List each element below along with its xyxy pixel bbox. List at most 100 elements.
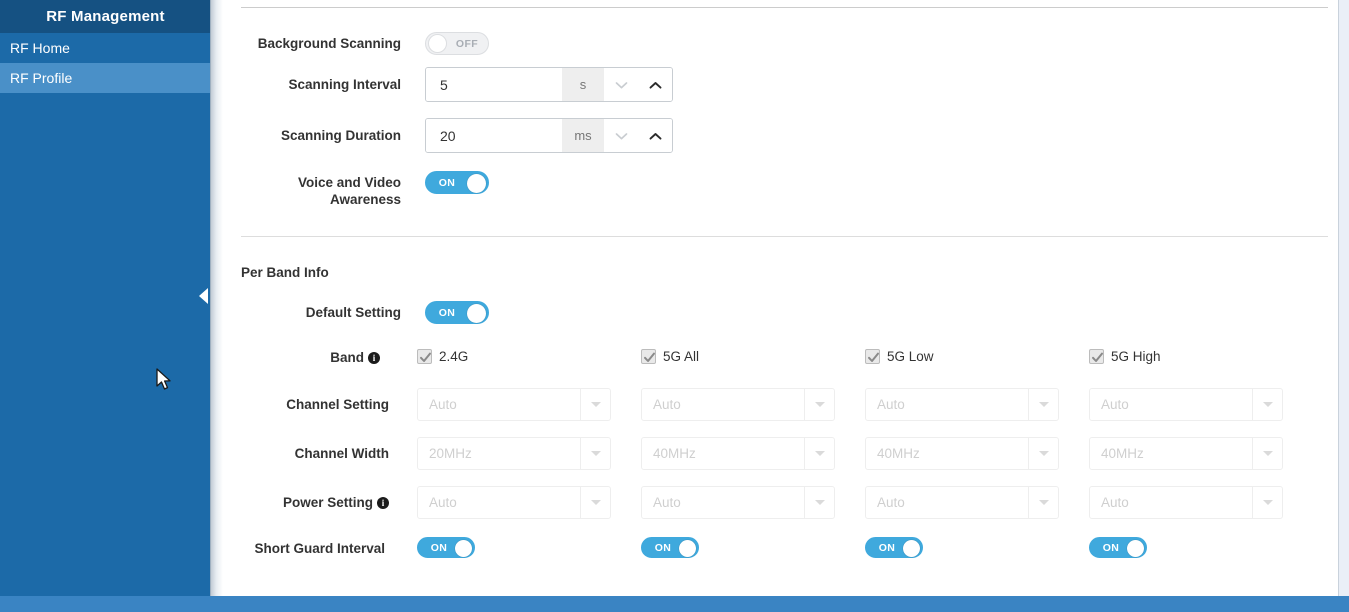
chevron-down-icon[interactable] [1252,487,1282,518]
toggle-state-label: OFF [446,33,488,56]
select-value: 40MHz [642,438,804,469]
short-guard-interval-toggle-5g-low[interactable]: ON [865,537,923,558]
toggle-state-label: ON [1090,538,1132,559]
channel-setting-select-2-4g[interactable]: Auto [417,388,611,421]
channel-width-select-5g-low[interactable]: 40MHz [865,437,1059,470]
toggle-knob [428,34,447,53]
scanning-duration-increment-button[interactable] [638,119,672,152]
channel-width-label: Channel Width [223,437,389,462]
scanning-duration-spinner[interactable]: 20 ms [425,118,673,153]
scanning-duration-decrement-button[interactable] [604,119,638,152]
checkbox-box[interactable] [865,349,880,364]
row-default-setting: Default Setting ON [223,301,703,324]
channel-setting-select-5g-all[interactable]: Auto [641,388,835,421]
scanning-interval-label: Scanning Interval [223,67,401,93]
select-value: Auto [1090,389,1252,420]
chevron-down-icon[interactable] [804,438,834,469]
band-checkbox-5g-low[interactable]: 5G Low [865,349,1089,364]
row-scanning-duration: Scanning Duration 20 ms [223,118,883,153]
power-setting-label-group: Power Setting i [223,486,389,511]
band-checkbox-label: 5G All [663,349,699,364]
row-voice-video-awareness: Voice and Video Awareness ON [223,171,703,208]
voice-video-awareness-toggle[interactable]: ON [425,171,489,194]
checkbox-box[interactable] [417,349,432,364]
chevron-down-icon[interactable] [804,389,834,420]
band-info-icon[interactable]: i [368,352,380,364]
channel-width-select-5g-high[interactable]: 40MHz [1089,437,1283,470]
short-guard-interval-toggle-5g-all[interactable]: ON [641,537,699,558]
top-divider [241,7,1328,8]
toggle-state-label: ON [866,538,908,559]
chevron-down-icon[interactable] [1252,438,1282,469]
check-icon [867,351,880,364]
toggle-state-label: ON [426,302,468,325]
chevron-down-icon[interactable] [1028,487,1058,518]
sidebar-collapse-button[interactable] [196,283,210,309]
scanning-interval-spinner[interactable]: 5 s [425,67,673,102]
checkbox-box[interactable] [641,349,656,364]
select-value: Auto [642,389,804,420]
sidebar-item-rf-home[interactable]: RF Home [0,33,211,63]
chevron-up-icon [649,132,662,140]
default-setting-label: Default Setting [223,301,401,321]
scanning-interval-unit: s [562,68,604,101]
short-guard-interval-toggle-2-4g[interactable]: ON [417,537,475,558]
channel-setting-select-5g-high[interactable]: Auto [1089,388,1283,421]
select-value: Auto [642,487,804,518]
sidebar-item-label: RF Home [10,40,70,56]
default-setting-toggle[interactable]: ON [425,301,489,324]
chevron-up-icon [649,81,662,89]
sidebar-seam-gradient [211,0,223,596]
channel-width-select-2-4g[interactable]: 20MHz [417,437,611,470]
select-value: Auto [866,389,1028,420]
power-setting-select-5g-high[interactable]: Auto [1089,486,1283,519]
band-checkbox-label: 5G Low [887,349,934,364]
channel-setting-select-5g-low[interactable]: Auto [865,388,1059,421]
scanning-interval-input[interactable]: 5 [426,68,562,101]
power-setting-select-5g-low[interactable]: Auto [865,486,1059,519]
select-value: 40MHz [1090,438,1252,469]
band-checkbox-label: 5G High [1111,349,1161,364]
short-guard-interval-toggle-5g-high[interactable]: ON [1089,537,1147,558]
channel-width-select-5g-all[interactable]: 40MHz [641,437,835,470]
row-channel-setting: Channel Setting Auto Auto Auto [223,388,1313,421]
chevron-down-icon[interactable] [580,487,610,518]
chevron-down-icon[interactable] [1028,389,1058,420]
chevron-down-icon[interactable] [580,389,610,420]
power-setting-label: Power Setting [283,494,373,511]
toggle-state-label: ON [426,172,468,195]
band-label-group: Band i [223,349,380,366]
chevron-down-icon[interactable] [1252,389,1282,420]
chevron-down-icon[interactable] [580,438,610,469]
sidebar-item-rf-profile[interactable]: RF Profile [0,63,211,93]
power-setting-info-icon[interactable]: i [377,497,389,509]
chevron-down-icon[interactable] [804,487,834,518]
row-channel-width: Channel Width 20MHz 40MHz 40MHz [223,437,1313,470]
scanning-interval-decrement-button[interactable] [604,68,638,101]
power-setting-select-2-4g[interactable]: Auto [417,486,611,519]
band-checkbox-5g-all[interactable]: 5G All [641,349,865,364]
checkbox-box[interactable] [1089,349,1104,364]
background-scanning-label: Background Scanning [223,32,401,52]
row-scanning-interval: Scanning Interval 5 s [223,67,883,102]
check-icon [419,351,432,364]
scanning-duration-input[interactable]: 20 [426,119,562,152]
check-icon [1091,351,1104,364]
toggle-knob [467,174,486,193]
power-setting-select-5g-all[interactable]: Auto [641,486,835,519]
short-guard-interval-label: Short Guard Interval [223,537,385,557]
band-checkbox-2-4g[interactable]: 2.4G [417,349,641,364]
scanning-interval-increment-button[interactable] [638,68,672,101]
footer-bar [0,596,1349,612]
voice-video-awareness-label-line2: Awareness [223,191,401,208]
chevron-down-icon [615,81,628,89]
main-content: Background Scanning OFF Scanning Interva… [223,0,1338,596]
row-power-setting: Power Setting i Auto Auto [223,486,1313,519]
voice-video-awareness-label-line1: Voice and Video [223,174,401,191]
chevron-down-icon[interactable] [1028,438,1058,469]
band-checkbox-5g-high[interactable]: 5G High [1089,349,1313,364]
background-scanning-toggle[interactable]: OFF [425,32,489,55]
toggle-knob [1127,540,1144,557]
select-value: 20MHz [418,438,580,469]
voice-video-awareness-label: Voice and Video Awareness [223,171,401,208]
